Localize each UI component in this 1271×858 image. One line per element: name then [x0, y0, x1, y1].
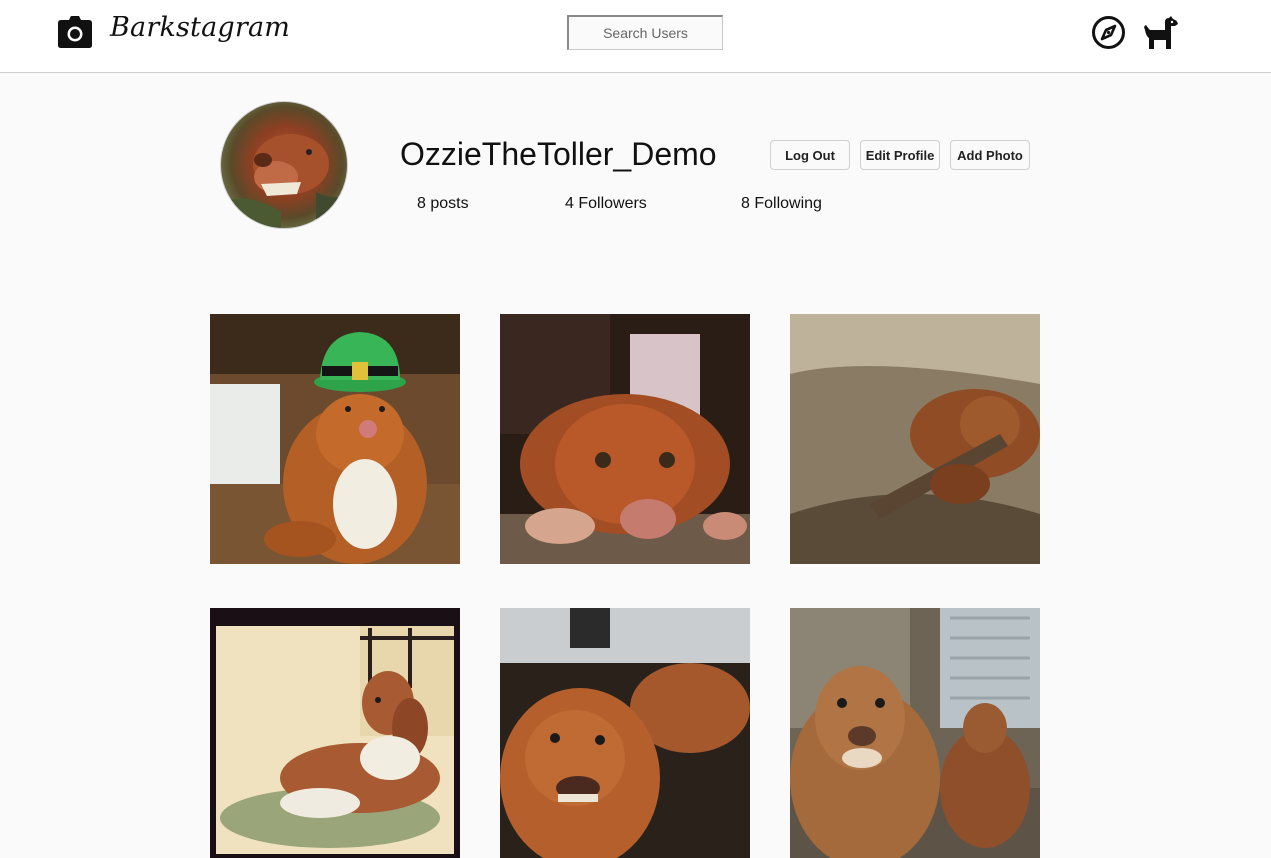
- profile-username: OzzieTheToller_Demo: [400, 136, 717, 172]
- post-thumbnail[interactable]: [790, 608, 1040, 858]
- camera-icon[interactable]: [58, 16, 92, 48]
- posts-count: 8 posts: [417, 195, 469, 212]
- search-users-input[interactable]: [567, 15, 723, 50]
- top-navigation-bar: Barkstagram: [0, 0, 1271, 73]
- log-out-button[interactable]: Log Out: [770, 140, 850, 170]
- post-thumbnail[interactable]: [210, 608, 460, 858]
- following-count[interactable]: 8 Following: [741, 195, 822, 213]
- dog-icon[interactable]: [1141, 16, 1179, 50]
- edit-profile-button[interactable]: Edit Profile: [860, 140, 940, 170]
- post-thumbnail[interactable]: [790, 314, 1040, 564]
- app-title[interactable]: Barkstagram: [110, 12, 290, 43]
- compass-icon[interactable]: [1091, 15, 1126, 50]
- profile-avatar: [220, 101, 348, 229]
- post-thumbnail[interactable]: [500, 608, 750, 858]
- followers-count[interactable]: 4 Followers: [565, 195, 647, 213]
- add-photo-button[interactable]: Add Photo: [950, 140, 1030, 170]
- post-thumbnail[interactable]: [500, 314, 750, 564]
- post-thumbnail[interactable]: [210, 314, 460, 564]
